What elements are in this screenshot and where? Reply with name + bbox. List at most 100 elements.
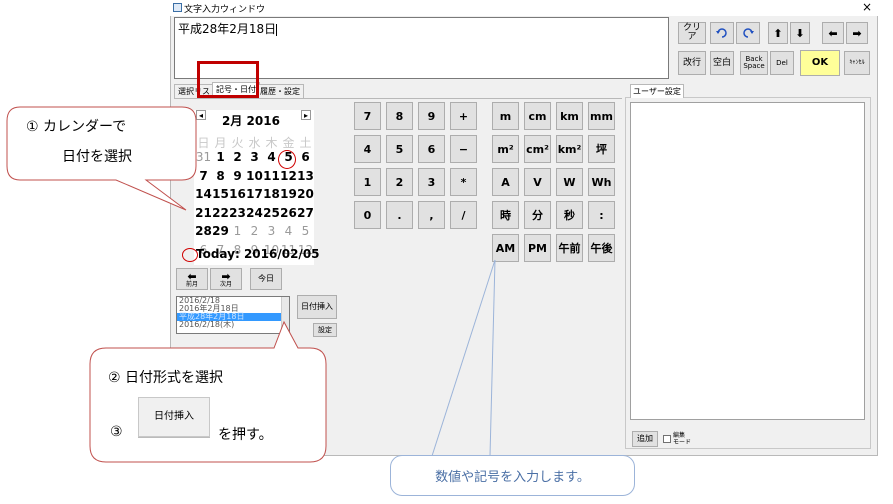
numpad-key[interactable]: 4: [354, 135, 381, 163]
ok-button[interactable]: OK: [800, 50, 840, 76]
newline-button[interactable]: 改行: [678, 51, 706, 75]
numpad-key[interactable]: 8: [386, 102, 413, 130]
calendar-day[interactable]: 2: [229, 150, 246, 164]
symbol-key[interactable]: km: [556, 102, 583, 130]
tab-highlight-box: [197, 61, 259, 98]
calendar-day[interactable]: 6: [297, 150, 314, 164]
numpad-key[interactable]: +: [450, 102, 477, 130]
symbol-key[interactable]: V: [524, 168, 551, 196]
numpad-key[interactable]: 9: [418, 102, 445, 130]
calendar-today[interactable]: Today: 2016/02/05: [196, 247, 320, 261]
calendar-day[interactable]: 13: [297, 169, 314, 183]
symbol-key[interactable]: cm: [524, 102, 551, 130]
calendar-day[interactable]: 19: [280, 187, 297, 201]
next-month-button[interactable]: ➡ 次月: [210, 268, 242, 290]
symbol-key[interactable]: m: [492, 102, 519, 130]
calendar-day[interactable]: 8: [212, 169, 229, 183]
calendar-day[interactable]: 24: [246, 206, 263, 220]
backspace-button[interactable]: Back Space: [740, 51, 768, 75]
cursor-up-button[interactable]: ⬆: [768, 22, 788, 44]
calendar-day[interactable]: 3: [263, 224, 280, 238]
calendar-day[interactable]: 3: [246, 150, 263, 164]
tab-user-settings[interactable]: ユーザー設定: [630, 84, 684, 98]
calendar-day[interactable]: 18: [263, 187, 280, 201]
numpad-key[interactable]: 7: [354, 102, 381, 130]
numpad-key[interactable]: *: [450, 168, 477, 196]
undo-button[interactable]: [710, 22, 734, 44]
callout-2-text: ② 日付形式を選択: [108, 370, 224, 386]
symbol-key[interactable]: 午後: [588, 234, 615, 262]
symbol-key[interactable]: 時: [492, 201, 519, 229]
redo-button[interactable]: [736, 22, 760, 44]
symbol-key[interactable]: 午前: [556, 234, 583, 262]
symbol-key[interactable]: PM: [524, 234, 551, 262]
symbol-key[interactable]: m²: [492, 135, 519, 163]
space-button[interactable]: 空白: [710, 51, 734, 75]
calendar-day[interactable]: 4: [280, 224, 297, 238]
symbol-key[interactable]: 秒: [556, 201, 583, 229]
callout-3-number: ③: [110, 424, 123, 440]
calendar-day[interactable]: 5: [297, 224, 314, 238]
calendar-day[interactable]: 23: [229, 206, 246, 220]
tab-history-settings[interactable]: 履歴・設定: [256, 84, 304, 99]
callout-insert-date-button: 日付挿入: [138, 397, 210, 437]
calendar-next-button[interactable]: ▸: [301, 110, 311, 120]
calendar-day[interactable]: 2: [246, 224, 263, 238]
window-title: 文字入力ウィンドウ: [184, 5, 266, 15]
numpad-key[interactable]: 0: [354, 201, 381, 229]
calendar-day[interactable]: 1: [212, 150, 229, 164]
calendar-day[interactable]: 25: [263, 206, 280, 220]
close-icon[interactable]: ×: [862, 0, 872, 14]
prev-month-button[interactable]: ⬅ 前月: [176, 268, 208, 290]
numpad-key[interactable]: −: [450, 135, 477, 163]
calendar-day[interactable]: 22: [212, 206, 229, 220]
symbol-key[interactable]: 坪: [588, 135, 615, 163]
cancel-button[interactable]: ｷｬﾝｾﾙ: [844, 51, 870, 75]
calendar-day[interactable]: 20: [297, 187, 314, 201]
symbol-key[interactable]: cm²: [524, 135, 551, 163]
calendar-day[interactable]: 10: [246, 169, 263, 183]
calendar-day[interactable]: 26: [280, 206, 297, 220]
calendar-day[interactable]: 11: [263, 169, 280, 183]
insert-date-button[interactable]: 日付挿入: [297, 295, 337, 319]
delete-button[interactable]: Del: [770, 51, 794, 75]
symbol-key[interactable]: mm: [588, 102, 615, 130]
today-button[interactable]: 今日: [250, 268, 282, 290]
symbol-key[interactable]: W: [556, 168, 583, 196]
numpad-key[interactable]: 1: [354, 168, 381, 196]
title-bar: [170, 0, 878, 16]
calendar-day[interactable]: 12: [280, 169, 297, 183]
symbol-key[interactable]: Wh: [588, 168, 615, 196]
edit-mode-checkbox[interactable]: [663, 435, 671, 443]
numpad-key[interactable]: /: [450, 201, 477, 229]
numpad-key[interactable]: 2: [386, 168, 413, 196]
calendar-day[interactable]: 9: [229, 169, 246, 183]
cursor-left-button[interactable]: ⬅: [822, 22, 844, 44]
calendar-weekday: 金: [282, 136, 295, 150]
calendar-day[interactable]: 28: [195, 224, 212, 238]
edit-mode-label: 編集 モード: [673, 432, 692, 446]
numpad-key[interactable]: 5: [386, 135, 413, 163]
symbol-key[interactable]: :: [588, 201, 615, 229]
user-item-list[interactable]: [630, 102, 865, 420]
cursor-right-button[interactable]: ➡: [846, 22, 868, 44]
symbol-key[interactable]: A: [492, 168, 519, 196]
numpad-key[interactable]: 6: [418, 135, 445, 163]
calendar-day[interactable]: 1: [229, 224, 246, 238]
symbol-key[interactable]: 分: [524, 201, 551, 229]
clear-button[interactable]: クリア: [678, 22, 706, 44]
calendar-day[interactable]: 27: [297, 206, 314, 220]
calendar-day[interactable]: 29: [212, 224, 229, 238]
symbol-key[interactable]: km²: [556, 135, 583, 163]
calendar-weekday: 土: [299, 136, 312, 150]
numpad-key[interactable]: 3: [418, 168, 445, 196]
redo-icon: [743, 28, 754, 38]
calendar-day[interactable]: 16: [229, 187, 246, 201]
numpad-key[interactable]: ,: [418, 201, 445, 229]
calendar-day[interactable]: 17: [246, 187, 263, 201]
calendar-day[interactable]: 15: [212, 187, 229, 201]
prev-month-label: 前月: [185, 280, 198, 288]
cursor-down-button[interactable]: ⬇: [790, 22, 810, 44]
numpad-key[interactable]: .: [386, 201, 413, 229]
add-button[interactable]: 追加: [632, 431, 658, 447]
